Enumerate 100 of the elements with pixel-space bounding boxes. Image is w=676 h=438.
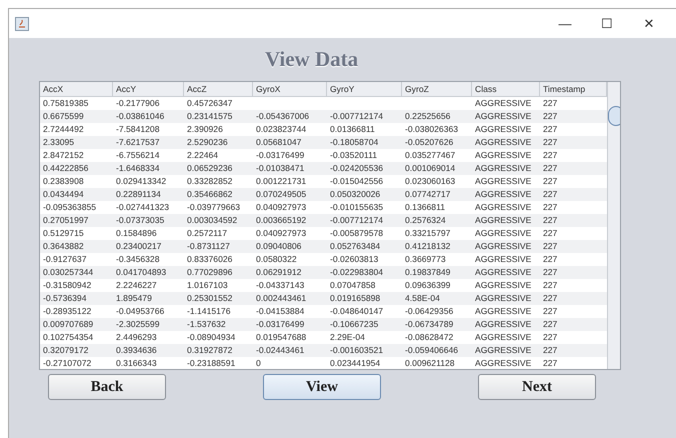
table-cell: 0.41218132 [405, 241, 450, 252]
table-cell: AGGRESSIVE [475, 124, 532, 134]
table-cell: AGGRESSIVE [475, 215, 532, 226]
table-cell: -0.04953766 [116, 306, 164, 316]
table-cell: 0.003665192 [256, 215, 306, 226]
table-cell: 0.029413342 [116, 176, 166, 186]
table-cell: 0.003034592 [187, 215, 238, 226]
table-cell: 0.3643882 [43, 241, 84, 252]
table-cell: 227 [543, 215, 558, 226]
table-cell: -2.3025599 [116, 319, 160, 330]
table-cell: 0.023060163 [405, 176, 456, 186]
column-header[interactable]: AccX [40, 82, 113, 98]
table-cell: 227 [543, 306, 558, 316]
table-cell: 0.009707689 [43, 319, 94, 330]
table-cell: 0.25301552 [187, 293, 232, 304]
table-cell: 227 [543, 228, 558, 238]
table-cell: 0.052763484 [330, 241, 380, 252]
table-cell: 0.06291912 [256, 267, 302, 278]
table-cell: -0.095363855 [43, 202, 96, 212]
table-cell: -0.5736394 [43, 293, 86, 304]
action-button[interactable]: View [263, 374, 381, 400]
table-cell: -0.022983804 [330, 267, 384, 278]
table-cell: 0.33282852 [187, 176, 232, 186]
table-cell: 227 [543, 332, 558, 342]
table-cell: 0.023441954 [330, 358, 380, 368]
table-cell: AGGRESSIVE [475, 267, 532, 278]
table-cell: 0.009621128 [405, 358, 455, 368]
maximize-button[interactable]: ☐ [586, 17, 628, 30]
table-cell: -1.6468334 [116, 163, 160, 174]
table-cell: 4.58E-04 [405, 293, 440, 304]
close-button[interactable]: ✕ [628, 17, 670, 30]
action-button[interactable]: Back [48, 374, 166, 400]
table-cell: -0.06734789 [405, 319, 454, 330]
column-header[interactable]: AccZ [184, 82, 253, 98]
table-cell: 0.001069014 [405, 163, 456, 174]
table-cell: -0.015042556 [330, 176, 384, 186]
table-cell: -1.537632 [187, 319, 226, 330]
table-cell: -0.007712174 [330, 215, 384, 226]
table-cell: -0.03861046 [116, 111, 164, 122]
table-cell: 0.3934636 [116, 345, 157, 356]
table-cell: -0.31580942 [43, 280, 92, 290]
table-cell: -0.001603521 [330, 345, 384, 356]
table-cell: -0.01038471 [256, 163, 304, 174]
table-cell: -0.27107072 [43, 358, 92, 368]
table-cell: -0.02443461 [256, 345, 304, 356]
table-cell: 227 [543, 293, 558, 304]
table-cell: 1.895479 [116, 293, 152, 304]
column-header[interactable]: GyroX [253, 82, 327, 98]
column-header[interactable]: GyroY [327, 82, 402, 98]
table-cell: 0.19837849 [405, 267, 450, 278]
table-cell: 227 [543, 176, 558, 186]
table-cell: 0.2383908 [43, 176, 84, 186]
table-cell: 227 [543, 150, 558, 160]
table-cell: 0 [256, 358, 261, 368]
table-cell: 0.22525656 [405, 111, 450, 122]
table-cell: 227 [543, 345, 558, 356]
table-cell: 0.77029896 [187, 267, 232, 278]
action-button[interactable]: Next [478, 374, 596, 400]
table-cell: -6.7556214 [116, 150, 160, 160]
table-cell: 0.001221731 [256, 176, 306, 186]
table-cell: 227 [543, 189, 558, 200]
table-cell: 2.33095 [43, 137, 74, 148]
scrollbar[interactable] [607, 82, 620, 370]
table-cell: AGGRESSIVE [475, 306, 532, 316]
table-cell: AGGRESSIVE [475, 189, 532, 200]
table-cell: AGGRESSIVE [475, 319, 532, 330]
table-cell: 0.33215797 [405, 228, 450, 238]
table-cell: AGGRESSIVE [475, 163, 532, 174]
table-cell: -0.2177906 [116, 98, 160, 108]
table-cell: 227 [543, 111, 558, 122]
scroll-thumb[interactable] [608, 106, 620, 126]
table-cell: 0.023823744 [256, 124, 306, 134]
table-cell: 0.3669773 [405, 254, 446, 264]
table-cell: 0.83376026 [187, 254, 232, 264]
table-cell: 0.27051997 [43, 215, 88, 226]
minimize-button[interactable]: — [544, 17, 586, 30]
table-cell: 227 [543, 98, 558, 108]
table-cell: 0.050320026 [330, 189, 380, 200]
column-header[interactable]: GyroZ [402, 82, 472, 98]
column-header[interactable]: AccY [113, 82, 184, 98]
table-cell: -1.1415176 [187, 306, 230, 316]
table-cell: 1.0167103 [187, 280, 228, 290]
table-cell: 0.040927973 [256, 228, 306, 238]
table-cell: AGGRESSIVE [475, 150, 532, 160]
table-cell: 0.030257344 [43, 267, 94, 278]
table-cell: 0.035277467 [405, 150, 456, 160]
table-cell: 0.07047858 [330, 280, 376, 290]
table-cell: AGGRESSIVE [475, 228, 532, 238]
table-cell: -0.08904934 [187, 332, 236, 342]
table-cell: -7.6217537 [116, 137, 160, 148]
table-cell: 0.01366811 [330, 124, 375, 134]
table-cell: 0.2572117 [187, 228, 227, 238]
table-cell: 0.2576324 [405, 215, 446, 226]
column-header[interactable]: Class [472, 82, 540, 98]
table-cell: -0.23188591 [187, 358, 236, 368]
table-cell: -0.3456328 [116, 254, 160, 264]
table-cell: -0.07373035 [116, 215, 164, 226]
column-header[interactable]: Timestamp [540, 82, 607, 98]
table-cell: 2.390926 [187, 124, 223, 134]
table-cell: 0.07742717 [405, 189, 450, 200]
